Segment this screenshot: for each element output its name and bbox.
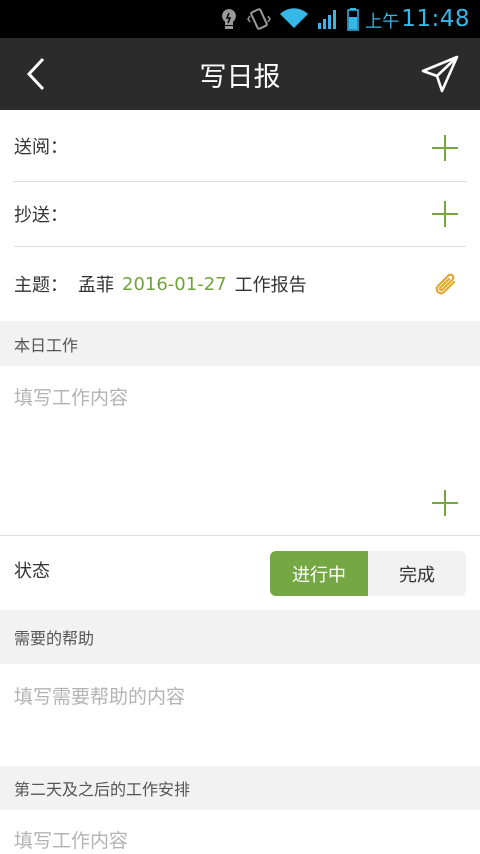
help-section-header: 需要的帮助 [0,610,480,664]
send-icon [421,55,459,93]
send-button[interactable] [416,50,464,98]
help-section-title: 需要的帮助 [14,629,95,648]
back-chevron-icon [26,57,45,91]
subject-date: 2016-01-27 [122,273,227,295]
help-input[interactable]: 填写需要帮助的内容 [14,682,464,762]
paperclip-icon [435,273,456,295]
next-section-header: 第二天及之后的工作安排 [0,766,480,810]
battery-icon [347,7,359,31]
wifi-icon [279,8,309,30]
back-button[interactable] [14,52,58,96]
today-section-header: 本日工作 [0,321,480,366]
help-placeholder: 填写需要帮助的内容 [14,686,186,708]
signal-icon [317,8,339,30]
subject-name: 孟菲 [78,275,114,296]
title-bar: 写日报 [0,38,480,110]
next-section-title: 第二天及之后的工作安排 [14,780,191,799]
page-title: 写日报 [199,61,281,93]
attachment-button[interactable] [432,270,462,300]
today-work-input[interactable]: 填写工作内容 [14,383,464,483]
reviewer-label: 送阅： [14,137,68,158]
today-section-title: 本日工作 [14,335,79,355]
next-placeholder: 填写工作内容 [14,830,129,852]
vibrate-icon [247,7,272,31]
today-placeholder: 填写工作内容 [14,387,129,409]
reviewer-row[interactable]: 送阅： [14,110,480,182]
status-time: 11:48 [401,6,470,32]
add-cc-button[interactable] [432,199,462,229]
cc-label: 抄送： [14,205,68,226]
status-toggle[interactable]: 进行中 完成 [270,551,466,596]
status-bar: 上午 11:48 [0,0,480,38]
subject-suffix: 工作报告 [234,275,307,296]
subject-label: 主题： [14,275,68,296]
next-work-input[interactable]: 填写工作内容 [14,826,464,854]
cc-row[interactable]: 抄送： [14,182,480,246]
lightbulb-icon [219,7,239,31]
subject-row[interactable]: 主题： 孟菲 2016-01-27 工作报告 [14,247,480,321]
status-option-done[interactable]: 完成 [368,551,466,596]
add-reviewer-button[interactable] [432,133,462,163]
add-today-item-button[interactable] [432,488,462,518]
status-ampm: 上午 [365,11,400,32]
status-label: 状态 [14,561,50,582]
status-option-in-progress[interactable]: 进行中 [270,551,368,596]
